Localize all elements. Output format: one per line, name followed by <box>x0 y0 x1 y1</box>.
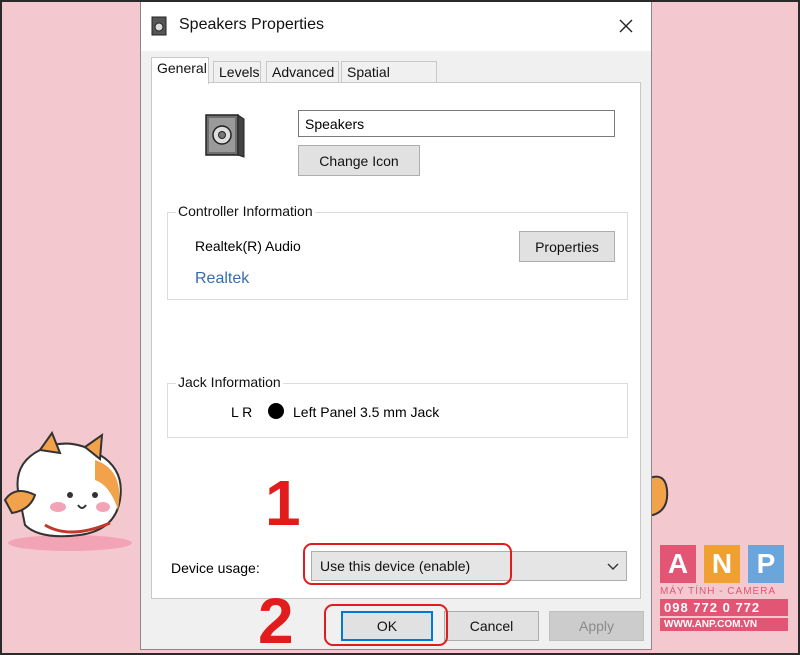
jack-channels: L R <box>231 404 253 420</box>
jack-information-group: Jack Information L R Left Panel 3.5 mm J… <box>167 374 628 438</box>
speaker-icon <box>151 16 167 36</box>
controller-information-label: Controller Information <box>176 203 315 219</box>
anp-letter-a: A <box>660 545 696 583</box>
anp-website: WWW.ANP.COM.VN <box>660 618 788 631</box>
anp-phone: 098 772 0 772 <box>660 599 788 616</box>
change-icon-button[interactable]: Change Icon <box>298 145 420 176</box>
close-icon <box>619 19 633 33</box>
cartoon-dog-illustration <box>3 430 132 551</box>
controller-information-group: Controller Information Realtek(R) Audio … <box>167 203 628 300</box>
step-2-highlight-box <box>324 604 448 646</box>
device-name-input[interactable] <box>298 110 615 137</box>
window-title: Speakers Properties <box>179 16 324 33</box>
jack-description: Left Panel 3.5 mm Jack <box>293 404 440 420</box>
anp-letter-n: N <box>704 545 740 583</box>
step-1-marker: 1 <box>265 467 301 539</box>
tab-advanced[interactable]: Advanced <box>266 61 339 83</box>
anp-tagline: MÁY TÍNH - CAMERA <box>660 586 777 597</box>
tab-spatial-sound[interactable]: Spatial sound <box>341 61 437 96</box>
tab-levels[interactable]: Levels <box>213 61 261 83</box>
general-tab-panel: Change Icon Controller Information Realt… <box>151 82 641 599</box>
controller-properties-button[interactable]: Properties <box>519 231 615 262</box>
jack-color-indicator <box>268 403 284 419</box>
speaker-device-icon <box>205 114 245 158</box>
apply-button[interactable]: Apply <box>549 611 644 641</box>
cancel-button[interactable]: Cancel <box>444 611 539 641</box>
anp-letter-p: P <box>748 545 784 583</box>
tab-general[interactable]: General <box>151 57 209 84</box>
close-button[interactable] <box>609 9 643 43</box>
device-usage-label: Device usage: <box>171 560 260 576</box>
title-bar: Speakers Properties <box>141 1 651 51</box>
controller-name: Realtek(R) Audio <box>195 238 301 254</box>
anp-logo-letters: A N P <box>660 545 788 583</box>
step-2-marker: 2 <box>258 585 294 655</box>
step-1-highlight-box <box>303 543 512 585</box>
jack-information-label: Jack Information <box>176 374 283 390</box>
anp-logo: A N P MÁY TÍNH - CAMERA 098 772 0 772 WW… <box>660 545 788 631</box>
chevron-down-icon <box>607 563 619 570</box>
controller-vendor-link[interactable]: Realtek <box>195 270 249 288</box>
